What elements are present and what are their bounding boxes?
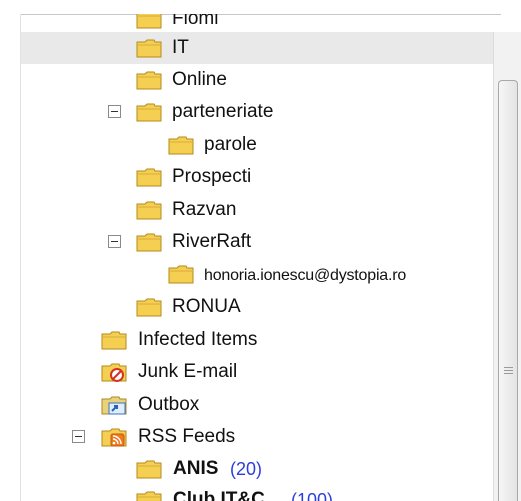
- folder-label: Razvan: [172, 199, 237, 220]
- folder-item-it[interactable]: IT: [21, 32, 493, 64]
- folder-label: Junk E-mail: [138, 361, 238, 382]
- folder-item-prospecti[interactable]: Prospecti: [21, 161, 493, 193]
- unread-count: (100): [291, 490, 334, 501]
- folder-item-anis[interactable]: ANIS (20): [21, 453, 493, 485]
- folder-label: Club IT&C: [173, 489, 265, 501]
- folder-item-riverraft[interactable]: RiverRaft: [21, 226, 493, 258]
- rss-feeds-folder-icon: [101, 427, 127, 447]
- folder-icon: [136, 200, 162, 220]
- collapse-toggle[interactable]: [108, 235, 121, 248]
- folder-label: Outbox: [138, 394, 200, 415]
- folder-label: Infected Items: [138, 329, 258, 350]
- folder-item-ronua[interactable]: RONUA: [21, 291, 493, 323]
- unread-count: (20): [230, 459, 263, 479]
- folder-label: IT: [172, 37, 189, 58]
- folder-label: parole: [204, 134, 257, 155]
- folder-item-outbox[interactable]: Outbox: [21, 389, 493, 421]
- folder-icon: [168, 135, 194, 155]
- collapse-toggle[interactable]: [72, 430, 85, 443]
- folder-item-parteneriate[interactable]: parteneriate: [21, 96, 493, 128]
- folder-label: parteneriate: [172, 101, 274, 122]
- folder-item-parole[interactable]: parole: [21, 129, 493, 161]
- folder-label: honoria.ionescu@dystopia.ro: [204, 267, 407, 284]
- collapse-toggle[interactable]: [108, 105, 121, 118]
- folder-icon: [136, 167, 162, 187]
- tree-clip-mask: [0, 0, 521, 14]
- folder-icon: [136, 232, 162, 252]
- folder-item-honoria[interactable]: honoria.ionescu@dystopia.ro: [21, 258, 493, 290]
- folder-icon: [101, 330, 127, 350]
- scrollbar-grip-icon: [504, 367, 513, 377]
- folder-item-club-itc[interactable]: Club IT&C (100): [21, 484, 493, 501]
- folder-icon: [136, 70, 162, 90]
- outbox-folder-icon: [101, 395, 127, 415]
- folder-label: Online: [172, 69, 227, 90]
- junk-mail-folder-icon: [101, 362, 127, 382]
- folder-label: Prospecti: [172, 166, 252, 187]
- folder-item-rss-feeds[interactable]: RSS Feeds: [21, 421, 493, 453]
- folder-icon: [136, 459, 162, 479]
- vertical-scrollbar[interactable]: [493, 32, 521, 501]
- folder-label: ANIS: [173, 458, 219, 479]
- scrollbar-thumb[interactable]: [498, 80, 518, 501]
- folder-icon: [136, 102, 162, 122]
- folder-icon: [136, 490, 162, 501]
- folder-label: RiverRaft: [172, 231, 252, 252]
- folder-item-online[interactable]: Online: [21, 64, 493, 96]
- folder-icon: [136, 38, 162, 58]
- folder-item-junk-email[interactable]: Junk E-mail: [21, 356, 493, 388]
- folder-icon: [136, 297, 162, 317]
- folder-pane: Fiomi IT Online parteneriate parole Pros…: [0, 0, 521, 501]
- folder-item-razvan[interactable]: Razvan: [21, 194, 493, 226]
- folder-label: RONUA: [172, 296, 241, 317]
- folder-label: RSS Feeds: [138, 426, 236, 447]
- folder-item-infected-items[interactable]: Infected Items: [21, 324, 493, 356]
- folder-icon: [168, 264, 194, 284]
